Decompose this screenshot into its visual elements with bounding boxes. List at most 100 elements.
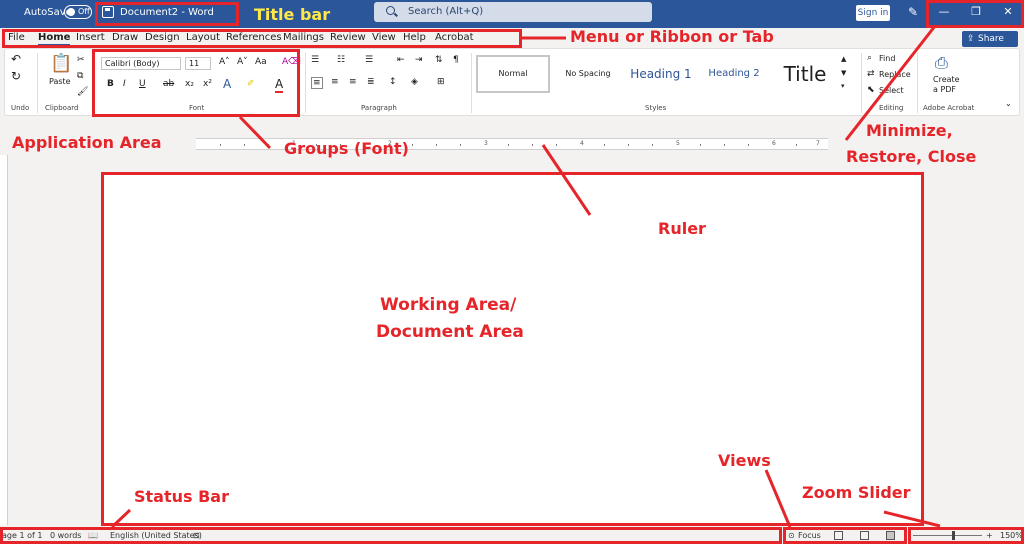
separator — [861, 53, 862, 113]
style-title[interactable]: Title — [773, 55, 837, 93]
styles-scroll-up-icon[interactable]: ▲ — [841, 55, 846, 63]
paste-icon[interactable]: 📋 — [50, 53, 72, 74]
style-no-spacing[interactable]: No Spacing — [553, 55, 623, 93]
align-center-icon[interactable]: ≡ — [331, 77, 339, 87]
align-left-icon[interactable]: ≡ — [311, 77, 323, 89]
sign-in-button[interactable]: Sign in — [856, 5, 890, 21]
sort-icon[interactable]: ⇅ — [435, 55, 443, 65]
ruler-tick — [532, 144, 533, 146]
ruler-tick — [748, 144, 749, 146]
title-bar-highlight-box — [95, 2, 239, 26]
collapse-ribbon-icon[interactable]: ⌄ — [1005, 99, 1012, 108]
ruler-tick — [508, 144, 509, 146]
ruler-tick — [460, 144, 461, 146]
ruler-number: 5 — [676, 140, 680, 147]
ruler-tick — [556, 144, 557, 146]
find-icon[interactable]: ⌕ — [867, 53, 872, 63]
style-heading-1[interactable]: Heading 1 — [625, 55, 697, 93]
ruler-number: 7 — [816, 140, 820, 147]
ruler-tick — [724, 144, 725, 146]
minimize-annotation-line1: Minimize, — [866, 121, 953, 140]
zoom-slider-annotation: Zoom Slider — [802, 483, 911, 502]
vertical-ruler[interactable] — [0, 155, 8, 525]
paragraph-group-label: Paragraph — [361, 104, 397, 112]
separator — [917, 53, 918, 113]
create-pdf-icon[interactable]: ⎙ — [935, 53, 948, 73]
toggle-knob — [67, 8, 75, 16]
styles-more-icon[interactable]: ▾ — [841, 82, 845, 90]
select-label[interactable]: Select — [879, 86, 904, 95]
increase-indent-icon[interactable]: ⇥ — [415, 55, 423, 65]
align-right-icon[interactable]: ≡ — [349, 77, 357, 87]
format-painter-icon[interactable]: 🖌 — [77, 87, 88, 97]
pilcrow-icon[interactable]: ¶ — [453, 55, 459, 65]
pen-icon[interactable]: ✎ — [908, 5, 918, 19]
separator — [471, 53, 472, 113]
undo-group-label: Undo — [11, 104, 30, 112]
window-controls-highlight-box — [926, 0, 1024, 28]
views-highlight-box — [783, 527, 907, 544]
search-icon — [386, 6, 395, 15]
document-area[interactable] — [101, 172, 924, 526]
autosave-state: Off — [78, 7, 90, 16]
ruler-tick — [412, 144, 413, 146]
bullets-icon[interactable]: ☰ — [311, 55, 319, 65]
editing-group-label: Editing — [879, 104, 904, 112]
title-bar-annotation: Title bar — [254, 5, 331, 24]
minimize-annotation-line2: Restore, Close — [846, 147, 977, 166]
find-label[interactable]: Find — [879, 54, 895, 63]
acrobat-group-label: Adobe Acrobat — [923, 104, 975, 112]
search-placeholder: Search (Alt+Q) — [408, 6, 484, 17]
replace-icon[interactable]: ⇄ — [867, 69, 875, 79]
working-area-annotation-line1: Working Area/ — [380, 295, 517, 315]
cut-icon[interactable]: ✂ — [77, 55, 85, 65]
ruler-tick — [628, 144, 629, 146]
styles-scroll-down-icon[interactable]: ▼ — [841, 69, 846, 77]
style-normal[interactable]: Normal — [476, 55, 550, 93]
separator — [37, 53, 38, 113]
borders-icon[interactable]: ⊞ — [437, 77, 445, 87]
status-bar-highlight-box — [0, 527, 782, 544]
line-spacing-icon[interactable]: ↕ — [389, 77, 397, 87]
clipboard-group-label: Clipboard — [45, 104, 79, 112]
style-heading-2[interactable]: Heading 2 — [701, 55, 767, 93]
ruler-number: 4 — [580, 140, 584, 147]
multilevel-list-icon[interactable]: ☰ — [365, 55, 373, 65]
menu-annotation: Menu or Ribbon or Tab — [570, 27, 774, 46]
ruler-number: 6 — [772, 140, 776, 147]
justify-icon[interactable]: ≣ — [367, 77, 375, 87]
copy-icon[interactable]: ⧉ — [77, 71, 83, 81]
ruler-tick — [700, 144, 701, 146]
views-annotation: Views — [718, 451, 771, 470]
application-area-annotation: Application Area — [12, 133, 162, 152]
search-box[interactable]: Search (Alt+Q) — [374, 2, 652, 22]
redo-icon[interactable]: ↻ — [11, 69, 21, 83]
create-label[interactable]: Create — [933, 75, 960, 84]
replace-label[interactable]: Replace — [879, 70, 911, 79]
decrease-indent-icon[interactable]: ⇤ — [397, 55, 405, 65]
ruler-tick — [436, 144, 437, 146]
ruler-annotation: Ruler — [658, 219, 706, 238]
numbering-icon[interactable]: ☷ — [337, 55, 345, 65]
share-button[interactable]: Share — [962, 31, 1018, 47]
font-group-highlight-box — [92, 49, 300, 117]
ruler-tick — [268, 144, 269, 146]
separator — [305, 53, 306, 113]
pdf-label[interactable]: a PDF — [933, 85, 956, 94]
menu-highlight-box — [2, 29, 522, 48]
groups-annotation: Groups (Font) — [284, 139, 409, 158]
ruler-tick — [244, 144, 245, 146]
ruler-tick — [796, 144, 797, 146]
ruler-tick — [220, 144, 221, 146]
select-icon[interactable]: ⬉ — [867, 85, 875, 95]
shading-icon[interactable]: ◈ — [411, 77, 418, 87]
undo-icon[interactable]: ↶ — [11, 52, 21, 66]
zoom-slider-highlight-box — [908, 527, 1024, 544]
ruler-number: 3 — [484, 140, 488, 147]
status-bar-annotation: Status Bar — [134, 487, 229, 506]
ruler-tick — [652, 144, 653, 146]
paste-label: Paste — [49, 77, 71, 86]
ruler-tick — [604, 144, 605, 146]
working-area-annotation-line2: Document Area — [376, 322, 524, 342]
styles-group-label: Styles — [645, 104, 667, 112]
